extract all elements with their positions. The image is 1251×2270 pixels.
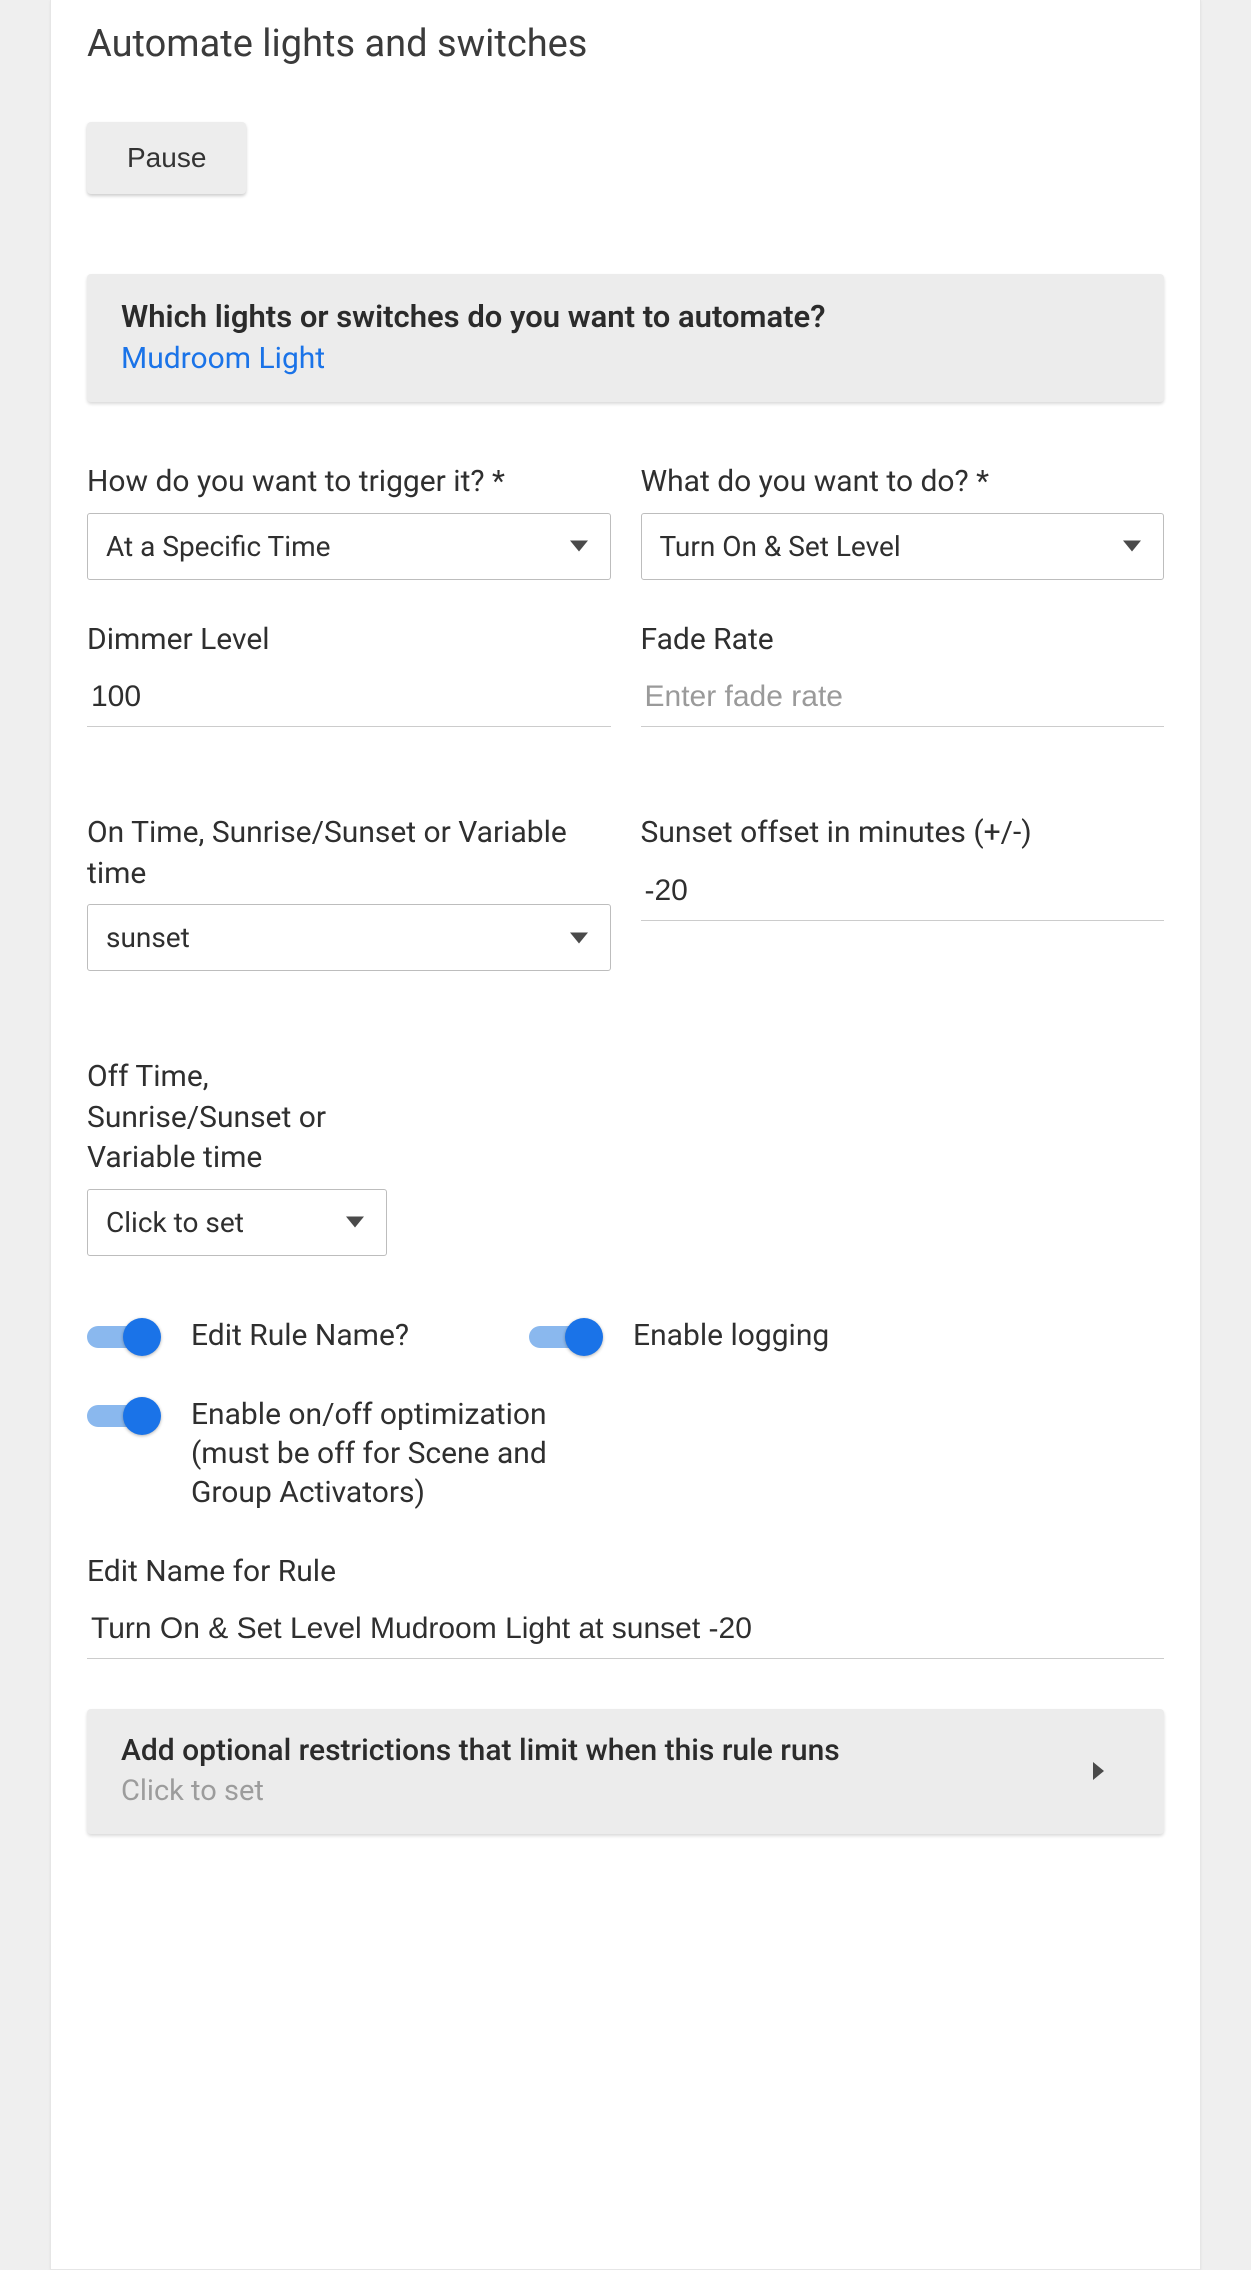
chevron-down-icon bbox=[570, 541, 588, 552]
chevron-right-icon bbox=[1093, 1762, 1104, 1780]
restrictions-sub: Click to set bbox=[121, 1774, 840, 1808]
pause-button[interactable]: Pause bbox=[87, 122, 246, 194]
selected-device-link[interactable]: Mudroom Light bbox=[121, 341, 325, 376]
dimmer-level-input[interactable] bbox=[87, 670, 611, 727]
chevron-down-icon bbox=[346, 1217, 364, 1228]
sunset-offset-label: Sunset offset in minutes (+/-) bbox=[641, 813, 1165, 854]
on-time-select-value: sunset bbox=[106, 921, 190, 954]
off-time-select-value: Click to set bbox=[106, 1206, 244, 1239]
off-time-label: Off Time, Sunrise/Sunset or Variable tim… bbox=[87, 1057, 387, 1179]
fade-rate-label: Fade Rate bbox=[641, 620, 1165, 661]
on-time-select[interactable]: sunset bbox=[87, 904, 611, 971]
action-select[interactable]: Turn On & Set Level bbox=[641, 513, 1165, 580]
rule-name-input[interactable] bbox=[87, 1602, 1164, 1659]
restrictions-title: Add optional restrictions that limit whe… bbox=[121, 1733, 840, 1768]
trigger-select-value: At a Specific Time bbox=[106, 530, 330, 563]
on-time-label: On Time, Sunrise/Sunset or Variable time bbox=[87, 813, 611, 894]
which-devices-question: Which lights or switches do you want to … bbox=[121, 298, 1130, 335]
off-time-select[interactable]: Click to set bbox=[87, 1189, 387, 1256]
dimmer-level-label: Dimmer Level bbox=[87, 620, 611, 661]
automation-form-card: Automate lights and switches Pause Which… bbox=[50, 0, 1201, 2270]
rule-name-label: Edit Name for Rule bbox=[87, 1552, 1164, 1593]
edit-rule-name-toggle-label: Edit Rule Name? bbox=[191, 1316, 409, 1355]
fade-rate-input[interactable] bbox=[641, 670, 1165, 727]
enable-logging-toggle[interactable] bbox=[529, 1320, 599, 1354]
trigger-label: How do you want to trigger it? * bbox=[87, 462, 611, 503]
chevron-down-icon bbox=[1123, 541, 1141, 552]
action-label: What do you want to do? * bbox=[641, 462, 1165, 503]
enable-logging-toggle-label: Enable logging bbox=[633, 1316, 829, 1355]
optimization-toggle[interactable] bbox=[87, 1399, 157, 1433]
trigger-select[interactable]: At a Specific Time bbox=[87, 513, 611, 580]
restrictions-box[interactable]: Add optional restrictions that limit whe… bbox=[87, 1709, 1164, 1834]
sunset-offset-input[interactable] bbox=[641, 864, 1165, 921]
edit-rule-name-toggle[interactable] bbox=[87, 1320, 157, 1354]
optimization-toggle-label: Enable on/off optimization (must be off … bbox=[191, 1395, 567, 1512]
page-title: Automate lights and switches bbox=[87, 22, 1164, 66]
chevron-down-icon bbox=[570, 932, 588, 943]
action-select-value: Turn On & Set Level bbox=[660, 530, 901, 563]
which-devices-box: Which lights or switches do you want to … bbox=[87, 274, 1164, 402]
